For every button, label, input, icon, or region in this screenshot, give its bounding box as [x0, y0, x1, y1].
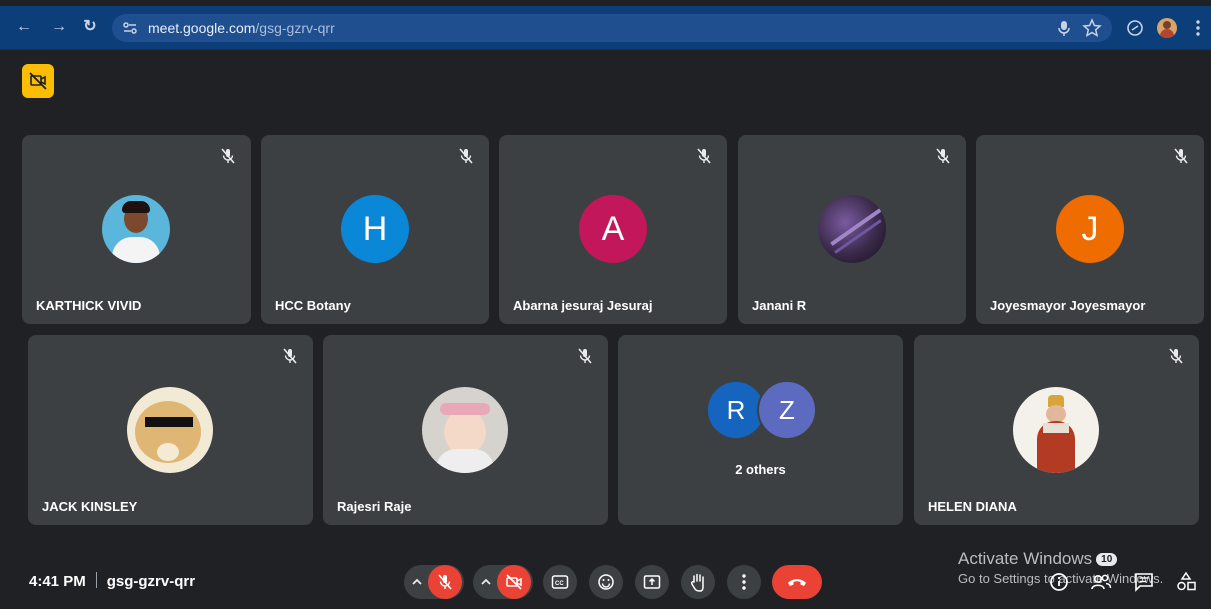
url-text: meet.google.com/gsg-gzrv-qrr — [148, 19, 335, 37]
avatar: Z — [757, 380, 817, 440]
participant-tile[interactable]: KARTHICK VIVID — [22, 135, 251, 324]
mic-off-icon — [459, 148, 473, 164]
clock-time: 4:41 PM — [29, 573, 86, 590]
meeting-code[interactable]: gsg-gzrv-qrr — [107, 573, 195, 590]
url-host: meet.google.com — [148, 20, 256, 36]
meeting-details-icon[interactable] — [1048, 571, 1070, 593]
microphone-toggle-button[interactable] — [428, 565, 462, 599]
video-off-indicator[interactable] — [22, 64, 54, 98]
participant-name: HELEN DIANA — [928, 499, 1017, 514]
participant-name: Janani R — [752, 298, 807, 313]
address-bar[interactable]: meet.google.com/gsg-gzrv-qrr — [112, 14, 1112, 42]
mic-off-icon — [1174, 148, 1188, 164]
present-screen-icon — [643, 575, 661, 589]
forward-arrow-icon[interactable]: → — [49, 17, 69, 37]
captions-button[interactable]: CC — [543, 565, 577, 599]
activation-title: Activate Windows — [958, 549, 1093, 568]
participant-name: Joyesmayor Joyesmayor — [990, 298, 1146, 313]
raise-hand-button[interactable] — [681, 565, 715, 599]
site-settings-icon[interactable] — [122, 20, 138, 36]
participant-tile[interactable]: J Joyesmayor Joyesmayor — [976, 135, 1204, 324]
participant-tile[interactable]: H HCC Botany — [261, 135, 489, 324]
others-tile[interactable]: R Z 2 others — [618, 335, 903, 525]
participant-name: HCC Botany — [275, 298, 351, 313]
more-vertical-icon — [742, 574, 746, 590]
avatar — [1013, 387, 1099, 473]
chat-icon[interactable] — [1133, 571, 1155, 593]
reactions-button[interactable] — [589, 565, 623, 599]
mic-off-icon — [438, 574, 452, 590]
video-off-icon — [29, 72, 47, 90]
mic-off-icon — [936, 148, 950, 164]
back-arrow-icon[interactable]: ← — [14, 17, 34, 37]
avatar — [127, 387, 213, 473]
more-vertical-icon[interactable] — [1188, 18, 1208, 38]
more-options-button[interactable] — [727, 565, 761, 599]
present-screen-button[interactable] — [635, 565, 669, 599]
video-off-icon — [506, 574, 522, 590]
reload-icon[interactable]: ↻ — [80, 17, 100, 37]
avatar — [422, 387, 508, 473]
mic-off-icon — [1169, 348, 1183, 364]
mic-off-icon — [578, 348, 592, 364]
avatar: A — [579, 195, 647, 263]
avatar: H — [341, 195, 409, 263]
participant-name: Rajesri Raje — [337, 499, 412, 514]
meeting-info: 4:41 PM gsg-gzrv-qrr — [29, 572, 195, 590]
avatar — [102, 195, 170, 263]
notification-badge: 10 — [1096, 553, 1118, 566]
svg-text:CC: CC — [555, 581, 564, 587]
phone-hangup-icon — [788, 579, 806, 586]
extension-icon[interactable] — [1125, 18, 1145, 38]
participant-tile[interactable]: HELEN DIANA — [914, 335, 1199, 525]
participant-name: Abarna jesuraj Jesuraj — [513, 298, 653, 313]
captions-icon: CC — [551, 575, 569, 589]
leave-call-button[interactable] — [772, 565, 822, 599]
people-icon[interactable] — [1090, 571, 1112, 593]
chevron-up-icon[interactable] — [410, 576, 424, 588]
mic-off-icon — [283, 348, 297, 364]
avatar — [818, 195, 886, 263]
star-icon[interactable] — [1082, 18, 1102, 38]
participant-name: JACK KINSLEY — [42, 499, 138, 514]
microphone-icon[interactable] — [1054, 18, 1074, 38]
divider — [95, 572, 97, 588]
hand-icon — [691, 573, 704, 592]
emoji-icon — [598, 574, 614, 590]
participant-tile[interactable]: A Abarna jesuraj Jesuraj — [499, 135, 727, 324]
participant-tile[interactable]: Janani R — [738, 135, 966, 324]
avatar: J — [1056, 195, 1124, 263]
mic-off-icon — [221, 148, 235, 164]
browser-toolbar: ← → ↻ meet.google.com/gsg-gzrv-qrr — [0, 6, 1211, 50]
participant-tile[interactable]: JACK KINSLEY — [28, 335, 313, 525]
url-path: /gsg-gzrv-qrr — [255, 20, 335, 36]
camera-toggle-button[interactable] — [497, 565, 531, 599]
activities-icon[interactable] — [1175, 571, 1197, 593]
participant-name: KARTHICK VIVID — [36, 298, 142, 313]
participant-tile[interactable]: Rajesri Raje — [323, 335, 608, 525]
profile-avatar-icon[interactable] — [1157, 18, 1177, 38]
others-count-label: 2 others — [735, 462, 786, 477]
mic-off-icon — [697, 148, 711, 164]
chevron-up-icon[interactable] — [479, 576, 493, 588]
